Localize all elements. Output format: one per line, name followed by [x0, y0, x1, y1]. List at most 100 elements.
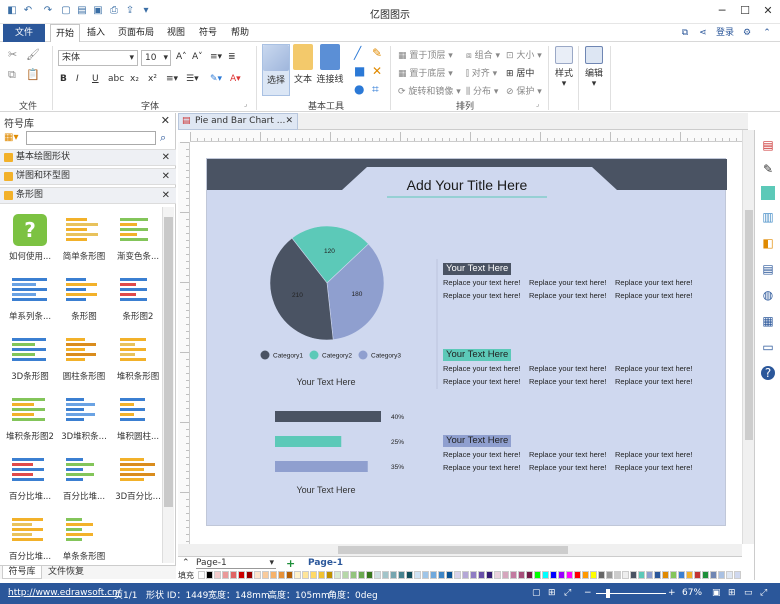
bar[interactable] — [275, 461, 368, 472]
center-button[interactable]: ⊞ 居中 — [506, 66, 534, 79]
color-swatch[interactable] — [318, 571, 325, 579]
section-title[interactable]: Your Text Here — [443, 435, 512, 447]
view-normal-icon[interactable]: ▢ — [532, 588, 541, 598]
color-swatch[interactable] — [574, 571, 581, 579]
website-link[interactable]: http://www.edrawsoft.cn/ — [8, 588, 121, 598]
placeholder-text[interactable]: Replace your text here! — [615, 291, 693, 300]
copy-small-icon[interactable]: ⧉ — [8, 68, 16, 82]
category-pie-charts[interactable]: 饼图和环型图 ✕ — [0, 168, 176, 185]
color-swatch[interactable] — [502, 571, 509, 579]
minimize-button[interactable]: ─ — [712, 3, 732, 19]
style-button[interactable]: 样式 ▾ — [552, 46, 576, 89]
placeholder-text[interactable]: Replace your text here! — [443, 364, 521, 373]
symbol-tile[interactable]: 单系列条... — [2, 269, 58, 329]
protect-button[interactable]: ⊘ 保护 ▾ — [506, 84, 542, 97]
comment-icon[interactable]: ▭ — [761, 340, 775, 354]
pie-caption[interactable]: Your Text Here — [271, 377, 381, 387]
symbol-tile[interactable]: 3D条形图 — [2, 329, 58, 389]
bar[interactable] — [275, 436, 342, 447]
font-name-select[interactable]: 宋体 ▾ — [58, 50, 138, 66]
placeholder-text[interactable]: Replace your text here! — [529, 463, 607, 472]
menu-file[interactable]: 文件 — [3, 24, 45, 42]
tab-symbol-library[interactable]: 符号库 — [2, 566, 42, 579]
color-swatch[interactable] — [670, 571, 677, 579]
symbol-tile[interactable]: 堆积条形图2 — [2, 389, 58, 449]
color-swatch[interactable] — [470, 571, 477, 579]
section-title[interactable]: Your Text Here — [443, 349, 512, 361]
color-swatch[interactable] — [566, 571, 573, 579]
bullet-list-icon[interactable]: ☰▾ — [186, 74, 199, 84]
color-swatch[interactable] — [678, 571, 685, 579]
color-swatch[interactable] — [206, 571, 213, 579]
page-selector[interactable]: Page-1 ▾ — [196, 558, 276, 569]
select-tool-button[interactable]: 选择 — [262, 44, 290, 96]
rectangle-tool-icon[interactable]: ■ — [354, 64, 365, 78]
color-swatch[interactable] — [606, 571, 613, 579]
grow-font-icon[interactable]: A˄ — [176, 52, 187, 62]
menu-home[interactable]: 开始 — [50, 24, 80, 43]
menu-page-layout[interactable]: 页面布局 — [114, 24, 158, 42]
zoom-in-icon[interactable]: + — [668, 588, 676, 598]
symbol-tile[interactable]: 百分比堆... — [2, 509, 58, 569]
color-swatch[interactable] — [254, 571, 261, 579]
color-swatch[interactable] — [462, 571, 469, 579]
category-bar-charts[interactable]: 条形图 ✕ — [0, 187, 176, 204]
copy-icon[interactable]: ⧉ — [678, 24, 692, 42]
color-swatch[interactable] — [542, 571, 549, 579]
shadow-icon[interactable]: ▥ — [761, 210, 775, 224]
format-painter-icon[interactable]: 🖌 — [26, 48, 40, 61]
color-swatch[interactable] — [382, 571, 389, 579]
color-swatch[interactable] — [262, 571, 269, 579]
connector-tool-button[interactable]: 连接线 — [316, 44, 344, 85]
color-swatch[interactable] — [526, 571, 533, 579]
send-to-back-button[interactable]: ▦ 置于底层 ▾ — [398, 66, 453, 79]
color-swatch[interactable] — [342, 571, 349, 579]
scrollbar-thumb[interactable] — [338, 546, 568, 554]
color-swatch[interactable] — [334, 571, 341, 579]
panel-scrollbar[interactable] — [162, 207, 174, 563]
color-swatch[interactable] — [430, 571, 437, 579]
symbol-tile[interactable]: 条形图 — [56, 269, 112, 329]
close-icon[interactable]: ✕ — [162, 150, 170, 165]
font-color-icon[interactable]: A▾ — [230, 74, 241, 84]
color-swatch[interactable] — [438, 571, 445, 579]
add-page-icon[interactable]: + — [286, 557, 295, 570]
symbol-search-input[interactable] — [26, 131, 156, 145]
size-button[interactable]: ⊡ 大小 ▾ — [506, 48, 542, 61]
color-swatch[interactable] — [486, 571, 493, 579]
color-swatch[interactable] — [198, 571, 205, 579]
line-style-icon[interactable]: ✎ — [761, 162, 775, 176]
placeholder-text[interactable]: Replace your text here! — [443, 291, 521, 300]
color-swatch[interactable] — [510, 571, 517, 579]
color-swatch[interactable] — [550, 571, 557, 579]
color-swatch[interactable] — [294, 571, 301, 579]
color-swatch[interactable] — [454, 571, 461, 579]
symbol-tile[interactable]: 渐变色条... — [110, 209, 166, 269]
menu-insert[interactable]: 插入 — [82, 24, 110, 42]
cut-icon[interactable]: ✂ — [8, 48, 17, 61]
color-swatch[interactable] — [278, 571, 285, 579]
arrange-dialog-launcher-icon[interactable]: ⌟ — [536, 100, 539, 108]
color-swatch[interactable] — [710, 571, 717, 579]
share-icon[interactable]: ⋖ — [696, 24, 710, 42]
settings-icon[interactable]: ⚙ — [738, 24, 756, 42]
section-title[interactable]: Your Text Here — [443, 263, 512, 275]
bar-caption[interactable]: Your Text Here — [271, 485, 381, 495]
color-swatch[interactable] — [270, 571, 277, 579]
status-icon-4[interactable]: ⤢ — [760, 588, 767, 598]
status-icon-2[interactable]: ⊞ — [728, 588, 736, 598]
canvas-horizontal-scrollbar[interactable] — [178, 544, 742, 556]
status-icon-3[interactable]: ▭ — [744, 588, 753, 598]
symbol-tile[interactable]: 条形图2 — [110, 269, 166, 329]
underline-icon[interactable]: U — [92, 74, 99, 84]
color-swatch[interactable] — [558, 571, 565, 579]
color-swatch[interactable] — [478, 571, 485, 579]
placeholder-text[interactable]: Replace your text here! — [615, 278, 693, 287]
ellipse-tool-icon[interactable]: ● — [354, 82, 364, 96]
color-swatch[interactable] — [302, 571, 309, 579]
status-icon-1[interactable]: ▣ — [712, 588, 721, 598]
crop-tool-icon[interactable]: ⌗ — [372, 82, 379, 97]
color-swatch[interactable] — [598, 571, 605, 579]
italic-icon[interactable]: I — [76, 74, 79, 84]
layers-icon[interactable]: ◧ — [761, 236, 775, 250]
